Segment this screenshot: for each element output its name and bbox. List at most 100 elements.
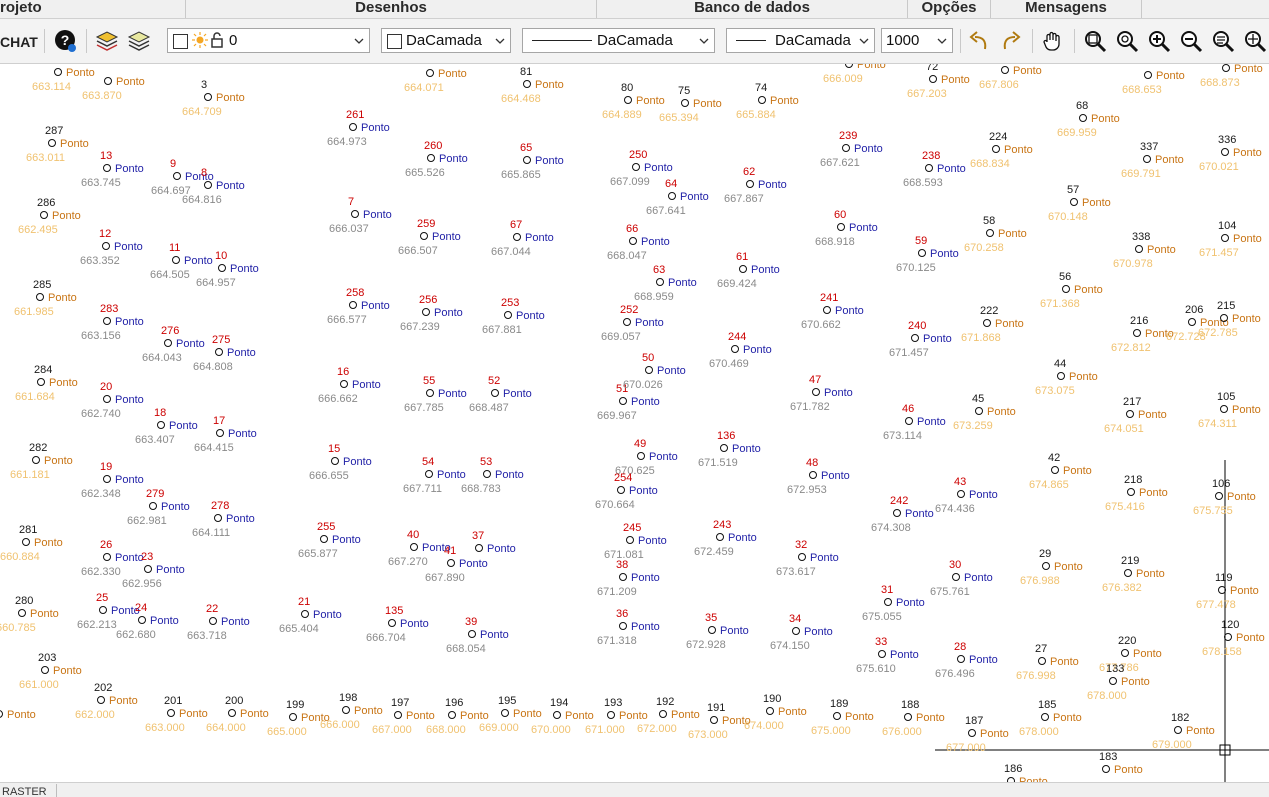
point-marker[interactable] <box>426 69 434 77</box>
survey-point[interactable]: 37Ponto <box>472 530 516 555</box>
point-marker[interactable] <box>1143 155 1151 163</box>
survey-point[interactable]: 45Ponto 673.259 <box>953 393 1016 432</box>
point-marker[interactable] <box>905 417 913 425</box>
point-marker[interactable] <box>394 711 402 719</box>
point-marker[interactable] <box>833 712 841 720</box>
point-marker[interactable] <box>1188 318 1196 326</box>
survey-point[interactable]: 75Ponto 665.394 <box>659 85 722 124</box>
lineweight-select[interactable]: DaCamada <box>726 28 875 53</box>
point-marker[interactable] <box>1038 657 1046 665</box>
point-marker[interactable] <box>289 713 297 721</box>
point-marker[interactable] <box>929 75 937 83</box>
point-marker[interactable] <box>656 278 664 286</box>
point-marker[interactable] <box>1001 66 1009 74</box>
point-marker[interactable] <box>103 317 111 325</box>
point-marker[interactable] <box>1079 114 1087 122</box>
survey-point[interactable]: 133Ponto 678.000 <box>1087 663 1150 702</box>
survey-point[interactable]: 40Ponto667.270 <box>388 529 451 568</box>
survey-point[interactable]: 245Ponto671.081 <box>604 522 667 561</box>
survey-point[interactable]: 201Ponto 663.000 <box>145 695 208 734</box>
point-marker[interactable] <box>619 622 627 630</box>
survey-point[interactable]: 106Ponto 675.755 <box>1193 478 1256 517</box>
survey-point[interactable]: 218Ponto 675.416 <box>1105 474 1168 513</box>
survey-point[interactable]: 32Ponto 673.617 <box>776 539 839 578</box>
point-marker[interactable] <box>1057 372 1065 380</box>
point-marker[interactable] <box>878 650 886 658</box>
point-marker[interactable] <box>708 626 716 634</box>
point-marker[interactable] <box>1051 466 1059 474</box>
survey-point[interactable]: 26Ponto 662.330 <box>81 539 144 578</box>
survey-point[interactable]: 33Ponto 675.610 <box>856 636 919 675</box>
color-select[interactable]: DaCamada <box>381 28 511 53</box>
point-marker[interactable] <box>144 565 152 573</box>
survey-point[interactable]: 187Ponto 677.000 <box>946 715 1009 754</box>
point-marker[interactable] <box>475 544 483 552</box>
survey-point[interactable]: 53Ponto 668.783 <box>461 456 524 495</box>
survey-point[interactable]: 21Ponto 665.404 <box>279 596 342 635</box>
survey-point[interactable]: 54Ponto 667.711 <box>403 456 466 495</box>
survey-point[interactable]: 42Ponto 674.865 <box>1029 452 1092 491</box>
survey-point[interactable]: 48Ponto 672.953 <box>787 457 850 496</box>
point-marker[interactable] <box>32 456 40 464</box>
survey-point[interactable]: 47Ponto 671.782 <box>790 374 853 413</box>
layer-manager-icon[interactable] <box>125 27 153 55</box>
point-marker[interactable] <box>204 93 212 101</box>
survey-point[interactable]: 64Ponto 667.641 <box>646 178 709 217</box>
point-marker[interactable] <box>342 706 350 714</box>
point-marker[interactable] <box>845 64 853 68</box>
survey-point[interactable]: 7 Ponto 666.037 <box>329 196 392 235</box>
point-marker[interactable] <box>986 229 994 237</box>
point-marker[interactable] <box>37 378 45 386</box>
survey-point[interactable]: 244Ponto 670.469 <box>709 331 772 370</box>
survey-point[interactable]: Ponto 664.071 <box>404 68 467 94</box>
survey-point[interactable]: 80Ponto 664.889 <box>602 82 665 121</box>
survey-point[interactable]: 46Ponto 673.114 <box>883 403 946 442</box>
point-marker[interactable] <box>427 154 435 162</box>
survey-point[interactable]: 50Ponto 670.026 <box>623 352 686 391</box>
point-marker[interactable] <box>904 713 912 721</box>
survey-point[interactable]: 135Ponto 666.704 <box>366 605 429 644</box>
survey-point[interactable]: 337Ponto 669.791 <box>1121 141 1184 180</box>
survey-point[interactable]: 188Ponto 676.000 <box>882 699 945 738</box>
survey-point[interactable]: 186Ponto <box>1004 763 1048 782</box>
survey-point[interactable]: 11 Ponto 664.505 <box>150 242 213 281</box>
point-marker[interactable] <box>884 598 892 606</box>
survey-point[interactable]: 119Ponto 677.478 <box>1196 572 1259 611</box>
survey-point[interactable]: 286Ponto 662.495 <box>18 197 81 236</box>
survey-point[interactable]: 43Ponto 674.436 <box>935 476 998 515</box>
point-marker[interactable] <box>637 452 645 460</box>
point-marker[interactable] <box>766 707 774 715</box>
point-marker[interactable] <box>172 256 180 264</box>
survey-point[interactable]: 81Ponto 664.468 <box>501 66 564 105</box>
point-marker[interactable] <box>157 421 165 429</box>
survey-point[interactable]: 22Ponto 663.718 <box>187 603 250 642</box>
survey-point[interactable]: 242Ponto 674.308 <box>871 495 934 534</box>
point-marker[interactable] <box>1121 649 1129 657</box>
survey-point[interactable]: 254Ponto 670.664 <box>595 472 658 511</box>
layers-icon[interactable] <box>93 27 121 55</box>
survey-point[interactable]: 250Ponto 667.099 <box>610 149 673 188</box>
point-marker[interactable] <box>301 610 309 618</box>
survey-point[interactable]: 279Ponto 662.981 <box>127 488 190 527</box>
point-marker[interactable] <box>54 68 62 76</box>
point-marker[interactable] <box>468 630 476 638</box>
survey-point[interactable]: 222Ponto 671.868 <box>961 305 1024 344</box>
point-marker[interactable] <box>1222 64 1230 72</box>
survey-point[interactable]: 12Ponto 663.352 <box>80 228 143 267</box>
point-marker[interactable] <box>40 211 48 219</box>
linetype-select[interactable]: DaCamada <box>522 28 715 53</box>
point-marker[interactable] <box>1127 488 1135 496</box>
survey-point[interactable]: 20Ponto 662.740 <box>81 381 144 420</box>
point-marker[interactable] <box>720 444 728 452</box>
point-marker[interactable] <box>632 163 640 171</box>
point-marker[interactable] <box>1109 677 1117 685</box>
point-marker[interactable] <box>214 514 222 522</box>
point-marker[interactable] <box>553 711 561 719</box>
point-marker[interactable] <box>893 509 901 517</box>
point-marker[interactable] <box>351 210 359 218</box>
point-marker[interactable] <box>607 711 615 719</box>
layer-select[interactable]: 0 <box>167 28 370 53</box>
point-marker[interactable] <box>173 172 181 180</box>
menu-desenhos[interactable]: Desenhos <box>186 0 596 18</box>
point-marker[interactable] <box>918 249 926 257</box>
